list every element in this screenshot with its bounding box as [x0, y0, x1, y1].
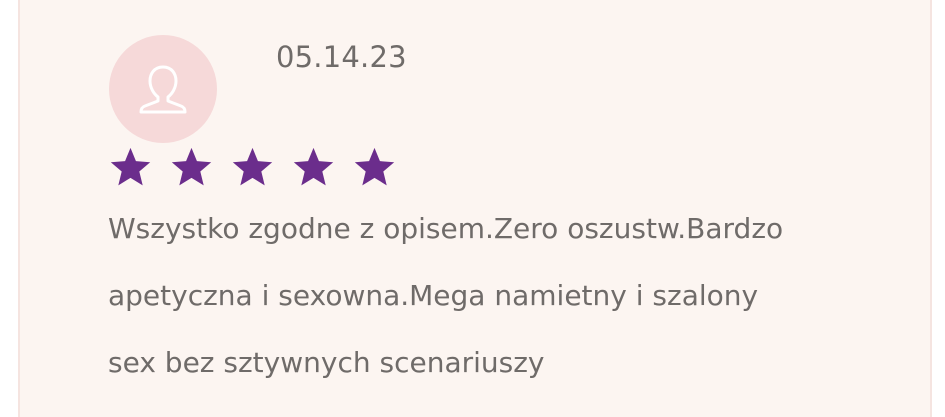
review-card: 05.14.23 Wszystko zgodne z opisem.Zero o…: [18, 0, 932, 417]
star-icon: [169, 145, 214, 190]
review-text-line: Wszystko zgodne z opisem.Zero oszustw.Ba…: [108, 212, 784, 245]
star-icon: [352, 145, 397, 190]
review-text-line: sex bez sztywnych scenariuszy: [108, 346, 545, 379]
star-icon: [291, 145, 336, 190]
review-text-line: apetyczna i sexowna.Mega namietny i szal…: [108, 279, 759, 312]
star-rating: [108, 145, 413, 190]
star-icon: [230, 145, 275, 190]
review-date: 05.14.23: [276, 40, 407, 74]
user-icon: [137, 61, 189, 117]
star-icon: [108, 145, 153, 190]
avatar: [109, 35, 217, 143]
review-text: Wszystko zgodne z opisem.Zero oszustw.Ba…: [108, 195, 868, 396]
